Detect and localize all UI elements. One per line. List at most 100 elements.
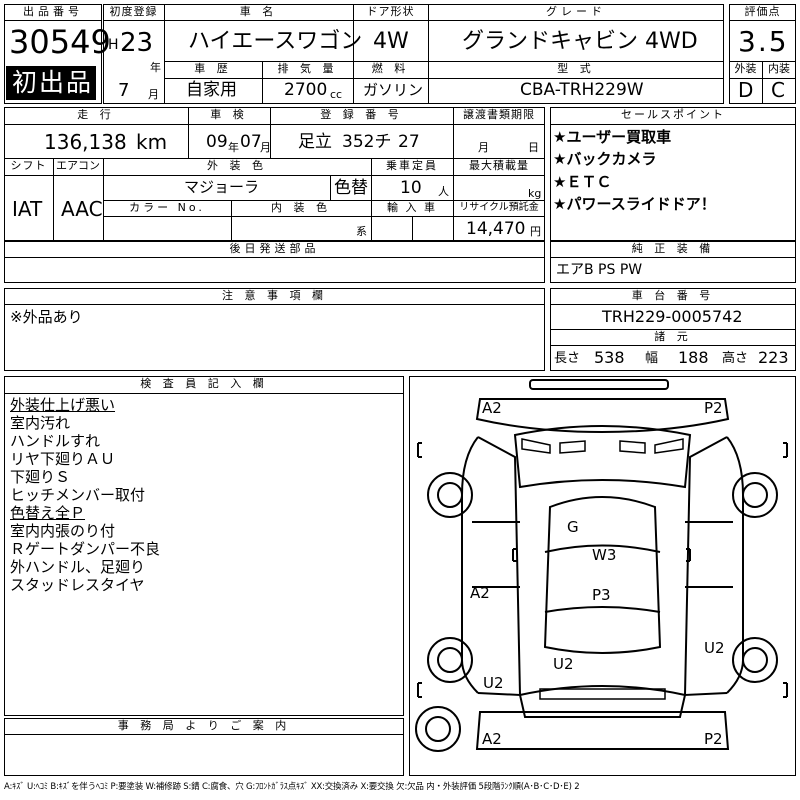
length-value: 538 — [594, 348, 625, 367]
mileage-label: 走 行 — [77, 108, 115, 121]
mark-front-right: P2 — [704, 399, 723, 417]
transfer-deadline-label: 譲渡書類期限 — [463, 108, 535, 121]
model-code: CBA-TRH229W — [520, 80, 644, 100]
interior-grade-label: 内装 — [768, 62, 790, 75]
recycle-unit: 円 — [530, 225, 541, 238]
registration-year-unit: 年 — [150, 61, 161, 74]
registration-label: 初度登録 — [109, 5, 158, 18]
first-listing-text: 初出品 — [12, 68, 94, 97]
auction-sheet: { "lot": {"label": "出品番号", "number": "30… — [0, 0, 800, 800]
inspector-notes-label: 検 査 員 記 入 欄 — [140, 377, 268, 390]
car-name: ハイエースワゴン — [188, 29, 363, 54]
mark-right-side: U2 — [704, 639, 725, 657]
inspector-note: 下廻りＳ — [10, 468, 71, 486]
fuel-label: 燃 料 — [371, 62, 410, 75]
sales-point-item: ★ユーザー買取車 — [553, 128, 672, 146]
inspector-note: スタッドレスタイヤ — [10, 576, 145, 594]
mark-rear-bumper-left: A2 — [482, 730, 502, 748]
displacement-unit: cc — [330, 88, 343, 101]
damage-code-legend: A:ｷｽﾞ U:ﾍｺﾐ B:ｷｽﾞを伴うﾍｺﾐ P:要塗装 W:補修跡 S:錆 … — [4, 782, 580, 792]
dimensions-label: 諸 元 — [654, 330, 692, 343]
recycle-fee: 14,470 — [466, 219, 526, 239]
width-label: 幅 — [645, 351, 659, 366]
shift: IAT — [12, 197, 43, 221]
registration-year: 23 — [120, 28, 154, 58]
inspector-note: 外ハンドル、足廻り — [10, 558, 146, 576]
plate-label: 登 録 番 号 — [320, 108, 403, 121]
capacity: 10 — [400, 178, 422, 198]
inspection-month: 07 — [240, 132, 262, 152]
score: 3.5 — [738, 25, 789, 58]
inspection-label: 車 検 — [210, 108, 248, 121]
damage-diagram: A2 P2 G W3 P3 A2 U2 U2 U2 A2 P2 — [409, 376, 796, 776]
mark-hood: G — [567, 518, 579, 536]
mark-rear-center: U2 — [553, 655, 574, 673]
genuine-equipment-label: 純 正 装 備 — [631, 242, 715, 255]
door-label: ドア形状 — [366, 5, 415, 18]
interior-grade: C — [771, 78, 785, 102]
lot-number: 30549 — [9, 23, 111, 61]
chassis-number: TRH229-0005742 — [602, 307, 743, 326]
grade: グランドキャビン 4WD — [462, 29, 698, 54]
caution-text: ※外品あり — [10, 308, 83, 326]
max-load-unit: kg — [528, 187, 542, 200]
mark-roof: P3 — [592, 586, 611, 604]
fuel: ガソリン — [363, 81, 424, 99]
inspector-note: Ｒゲートダンパー不良 — [10, 540, 161, 558]
interior-color-suffix: 系 — [356, 225, 367, 238]
exterior-color: マジョーラ — [184, 178, 260, 196]
car-name-label: 車 名 — [239, 5, 278, 18]
shift-label: シフト — [10, 159, 47, 172]
inspection-year: 09 — [206, 132, 228, 152]
grade-label: グレード — [546, 5, 606, 18]
inspection-month-unit: 月 — [260, 141, 271, 154]
registration-month: 7 — [118, 80, 130, 101]
width-value: 188 — [678, 348, 709, 367]
inspector-note: 外装仕上げ悪い — [10, 396, 116, 414]
sales-points-label: セールスポイント — [621, 108, 725, 121]
inspector-note: リヤ下廻りＡＵ — [10, 450, 116, 468]
lot-number-label: 出品番号 — [23, 5, 83, 18]
capacity-label: 乗車定員 — [386, 159, 438, 172]
height-value: 223 — [758, 348, 789, 367]
displacement-label: 排 気 量 — [277, 62, 338, 75]
inspector-note: 室内汚れ — [10, 414, 71, 432]
plate-number: 27 — [398, 132, 420, 152]
sales-point-item: ★バックカメラ — [553, 150, 657, 168]
registration-era: H — [108, 37, 119, 53]
exterior-color-repaint: 色替 — [334, 178, 368, 198]
sales-point-item: ★ＥＴＣ — [553, 173, 612, 191]
mileage: 136,138 — [44, 130, 127, 154]
mark-windshield: W3 — [592, 546, 617, 564]
inspector-note: ハンドルすれ — [10, 432, 101, 450]
recycle-label: リサイクル預託金 — [459, 202, 539, 213]
inspector-note: 色替え全Ｐ — [10, 504, 86, 522]
interior-color-label: 内 装 色 — [271, 201, 331, 214]
transfer-day-unit: 日 — [528, 141, 539, 154]
genuine-equipment: エアB PS PW — [556, 262, 643, 278]
history-label: 車 歴 — [194, 62, 232, 75]
import-label: 輸 入 車 — [387, 201, 437, 214]
exterior-grade-label: 外装 — [734, 62, 757, 75]
mark-left-side: A2 — [470, 584, 490, 602]
exterior-color-label: 外 装 色 — [207, 159, 267, 172]
inspector-note: 室内内張のり付 — [10, 522, 116, 540]
plate-region: 足立 — [298, 132, 332, 152]
mark-rear-left: U2 — [483, 674, 504, 692]
chassis-label: 車 台 番 号 — [631, 289, 715, 302]
exterior-grade: D — [738, 78, 754, 102]
capacity-unit: 人 — [438, 185, 449, 198]
office-notice-label: 事 務 局 よ り ご 案 内 — [117, 719, 291, 732]
model-code-label: 型 式 — [557, 62, 595, 75]
sales-point-item: ★パワースライドドア！ — [553, 195, 716, 213]
displacement: 2700 — [284, 80, 328, 100]
max-load-label: 最大積載量 — [469, 159, 529, 172]
color-no-label: カラー No. — [129, 201, 205, 214]
mileage-unit: km — [136, 130, 168, 154]
inspector-note: ヒッチメンバー取付 — [10, 486, 146, 504]
registration-month-unit: 月 — [148, 88, 159, 101]
aircon-label: エアコン — [56, 159, 100, 172]
length-label: 長さ — [554, 351, 581, 366]
first-listing-badge: 初出品 — [6, 66, 96, 100]
height-label: 高さ — [722, 351, 749, 366]
